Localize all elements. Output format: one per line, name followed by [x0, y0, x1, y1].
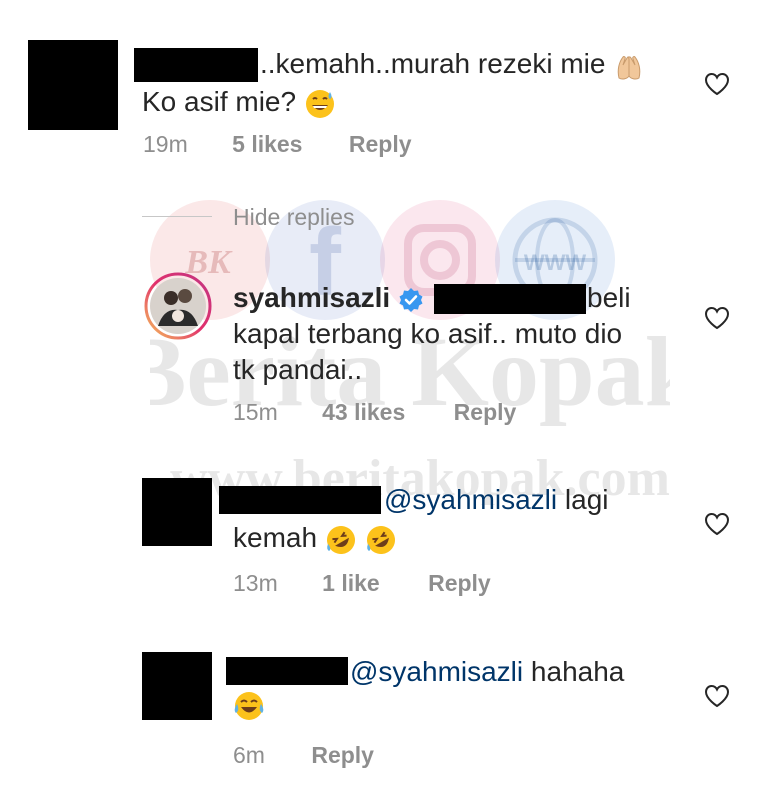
- svg-text:WWW: WWW: [524, 250, 587, 275]
- mention-link[interactable]: @syahmisazli: [384, 484, 557, 515]
- timestamp: 19m: [143, 131, 188, 157]
- reply-meta: 13m 1 like Reply: [233, 570, 491, 597]
- avatar-redacted[interactable]: [142, 652, 212, 720]
- avatar-redacted[interactable]: [28, 40, 118, 130]
- timestamp: 15m: [233, 399, 278, 425]
- reply-button[interactable]: Reply: [454, 399, 517, 425]
- comment-meta: 19m 5 likes Reply: [143, 131, 412, 158]
- grinning-sweat-emoji-icon: [305, 89, 334, 118]
- tears-of-joy-emoji-icon: [234, 692, 264, 720]
- username-redacted[interactable]: [226, 657, 348, 685]
- reply-text-tail: beli: [587, 282, 631, 313]
- timestamp: 13m: [233, 570, 278, 596]
- like-heart-icon[interactable]: [704, 306, 730, 330]
- reply-button[interactable]: Reply: [428, 570, 491, 596]
- username-redacted[interactable]: [134, 48, 258, 82]
- mention-link[interactable]: @syahmisazli: [350, 656, 523, 687]
- likes-count[interactable]: 1 like: [322, 570, 380, 596]
- like-heart-icon[interactable]: [704, 684, 730, 708]
- hide-replies-button[interactable]: Hide replies: [233, 204, 354, 231]
- reply-text: @syahmisazli lagi: [384, 484, 609, 515]
- likes-count[interactable]: 43 likes: [322, 399, 405, 425]
- username[interactable]: syahmisazli: [233, 282, 390, 313]
- reply-button[interactable]: Reply: [311, 742, 374, 768]
- divider: [142, 216, 212, 217]
- praying-hands-icon: [617, 55, 641, 80]
- timestamp: 6m: [233, 742, 265, 768]
- reply-button[interactable]: Reply: [349, 131, 412, 157]
- verified-badge-icon: [399, 287, 423, 312]
- reply-text-line2: kemah: [233, 520, 397, 556]
- username-redacted[interactable]: [219, 486, 381, 514]
- comment-text-line2: Ko asif mie?: [142, 84, 336, 120]
- avatar[interactable]: [144, 272, 212, 340]
- reply-text: syahmisazli: [233, 280, 424, 316]
- comment-text: ..kemahh..murah rezeki mie: [260, 46, 645, 82]
- reply-text: @syahmisazli hahaha: [350, 656, 625, 687]
- mention-redacted[interactable]: [434, 284, 586, 314]
- rolling-laughing-emoji-icon: [366, 525, 395, 554]
- reply-text-line2: [233, 690, 265, 727]
- reply-meta: 6m Reply: [233, 742, 374, 769]
- reply-meta: 15m 43 likes Reply: [233, 399, 516, 426]
- reply-text-line3: tk pandai..: [233, 354, 363, 385]
- rolling-laughing-emoji-icon: [326, 525, 355, 554]
- avatar-redacted[interactable]: [142, 478, 212, 546]
- reply-text-line2: kapal terbang ko asif.. muto dio: [233, 318, 623, 349]
- like-heart-icon[interactable]: [704, 512, 730, 536]
- like-heart-icon[interactable]: [704, 72, 730, 96]
- likes-count[interactable]: 5 likes: [232, 131, 302, 157]
